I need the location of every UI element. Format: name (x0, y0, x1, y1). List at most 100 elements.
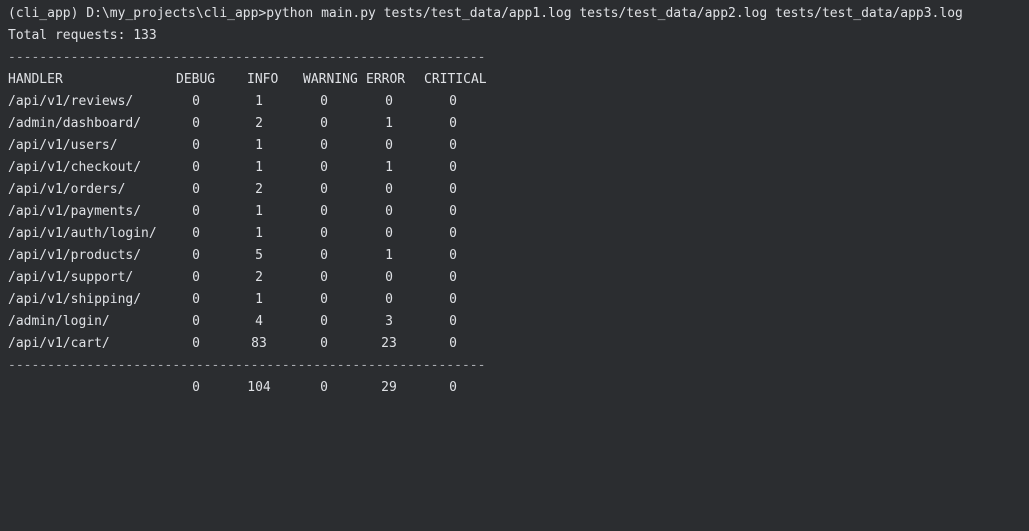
terminal-output[interactable]: (cli_app) D:\my_projects\cli_app>python … (0, 0, 1029, 403)
cell-debug: 0 (192, 226, 200, 241)
cell-handler: /api/v1/support/ (8, 270, 134, 285)
cell-error: 0 (385, 204, 393, 219)
cell-debug: 0 (192, 116, 200, 131)
table-row: /api/v1/shipping/0 1 0 0 0 (8, 289, 1029, 311)
cell-warning: 0 (320, 182, 328, 197)
cell-warning: 0 (320, 292, 328, 307)
cell-warning: 0 (320, 160, 328, 175)
header-critical: CRITICAL (424, 72, 487, 87)
table-row: /api/v1/reviews/0 1 0 0 0 (8, 91, 1029, 113)
cell-critical: 0 (449, 292, 457, 307)
cell-debug: 0 (192, 160, 200, 175)
cell-critical: 0 (449, 138, 457, 153)
cell-warning: 0 (320, 314, 328, 329)
cell-handler: /api/v1/payments/ (8, 204, 142, 219)
cell-warning: 0 (320, 248, 328, 263)
cell-critical: 0 (449, 116, 457, 131)
cell-error: 1 (385, 248, 393, 263)
cell-critical: 0 (449, 226, 457, 241)
cell-warning: 0 (320, 336, 328, 351)
cell-handler: /admin/dashboard/ (8, 116, 142, 131)
cell-critical: 0 (449, 182, 457, 197)
cell-info: 1 (255, 226, 263, 241)
cell-error: 0 (385, 94, 393, 109)
cell-debug: 0 (192, 336, 200, 351)
cell-debug: 0 (192, 182, 200, 197)
cell-warning: 0 (320, 116, 328, 131)
cell-info: 1 (255, 138, 263, 153)
cell-info: 4 (255, 314, 263, 329)
cell-error: 3 (385, 314, 393, 329)
cell-debug: 0 (192, 270, 200, 285)
totals-row: 0 104 0 29 0 (8, 377, 1029, 399)
cell-handler: /api/v1/products/ (8, 248, 142, 263)
cell-info: 1 (255, 160, 263, 175)
cell-handler: /api/v1/auth/login/ (8, 226, 157, 241)
header-handler: HANDLER (8, 72, 63, 87)
report-rows: /api/v1/reviews/0 1 0 0 0/admin/dashboard/0 2… (8, 91, 1029, 355)
cell-critical: 0 (449, 248, 457, 263)
table-row: /api/v1/products/0 5 0 1 0 (8, 245, 1029, 267)
header-info: INFO (247, 72, 279, 87)
table-row: /api/v1/users/0 1 0 0 0 (8, 135, 1029, 157)
header-warning: WARNING (303, 72, 358, 87)
command-line: (cli_app) D:\my_projects\cli_app>python … (8, 6, 963, 21)
table-row: /api/v1/auth/login/0 1 0 0 0 (8, 223, 1029, 245)
cell-error: 0 (385, 270, 393, 285)
cell-handler: /api/v1/cart/ (8, 336, 110, 351)
cell-error: 0 (385, 138, 393, 153)
total-error: 29 (381, 380, 397, 395)
cell-critical: 0 (449, 94, 457, 109)
cell-debug: 0 (192, 292, 200, 307)
cell-handler: /admin/login/ (8, 314, 110, 329)
cell-handler: /api/v1/users/ (8, 138, 118, 153)
table-row: /api/v1/payments/0 1 0 0 0 (8, 201, 1029, 223)
cell-warning: 0 (320, 270, 328, 285)
table-row: /admin/dashboard/0 2 0 1 0 (8, 113, 1029, 135)
cell-debug: 0 (192, 94, 200, 109)
table-row: /admin/login/0 4 0 3 0 (8, 311, 1029, 333)
table-row: /api/v1/checkout/0 1 0 1 0 (8, 157, 1029, 179)
total-requests-line: Total requests: 133 (8, 28, 157, 43)
cell-info: 1 (255, 204, 263, 219)
cell-handler: /api/v1/reviews/ (8, 94, 134, 109)
cell-critical: 0 (449, 204, 457, 219)
cell-error: 0 (385, 292, 393, 307)
cell-debug: 0 (192, 138, 200, 153)
cell-handler: /api/v1/checkout/ (8, 160, 142, 175)
separator-top: ----------------------------------------… (8, 50, 486, 65)
cell-info: 2 (255, 116, 263, 131)
total-warning: 0 (320, 380, 328, 395)
cell-info: 5 (255, 248, 263, 263)
header-error: ERROR (366, 72, 406, 87)
cell-error: 1 (385, 160, 393, 175)
cell-info: 1 (255, 94, 263, 109)
cell-warning: 0 (320, 226, 328, 241)
cell-info: 83 (251, 336, 267, 351)
table-row: /api/v1/support/0 2 0 0 0 (8, 267, 1029, 289)
total-debug: 0 (192, 380, 200, 395)
total-info: 104 (247, 380, 271, 395)
cell-warning: 0 (320, 138, 328, 153)
cell-critical: 0 (449, 336, 457, 351)
cell-handler: /api/v1/shipping/ (8, 292, 142, 307)
report-header-row: HANDLER DEBUG INFO WARNING ERROR CRITICA… (8, 69, 1029, 91)
cell-critical: 0 (449, 270, 457, 285)
cell-error: 0 (385, 182, 393, 197)
total-critical: 0 (449, 380, 457, 395)
header-debug: DEBUG (176, 72, 216, 87)
cell-warning: 0 (320, 94, 328, 109)
separator-bottom: ----------------------------------------… (8, 358, 486, 373)
table-row: /api/v1/orders/0 2 0 0 0 (8, 179, 1029, 201)
cell-error: 1 (385, 116, 393, 131)
cell-info: 2 (255, 182, 263, 197)
table-row: /api/v1/cart/0 83 0 23 0 (8, 333, 1029, 355)
cell-debug: 0 (192, 248, 200, 263)
cell-handler: /api/v1/orders/ (8, 182, 126, 197)
cell-critical: 0 (449, 160, 457, 175)
cell-error: 23 (381, 336, 397, 351)
cell-error: 0 (385, 226, 393, 241)
cell-info: 2 (255, 270, 263, 285)
cell-warning: 0 (320, 204, 328, 219)
cell-debug: 0 (192, 314, 200, 329)
